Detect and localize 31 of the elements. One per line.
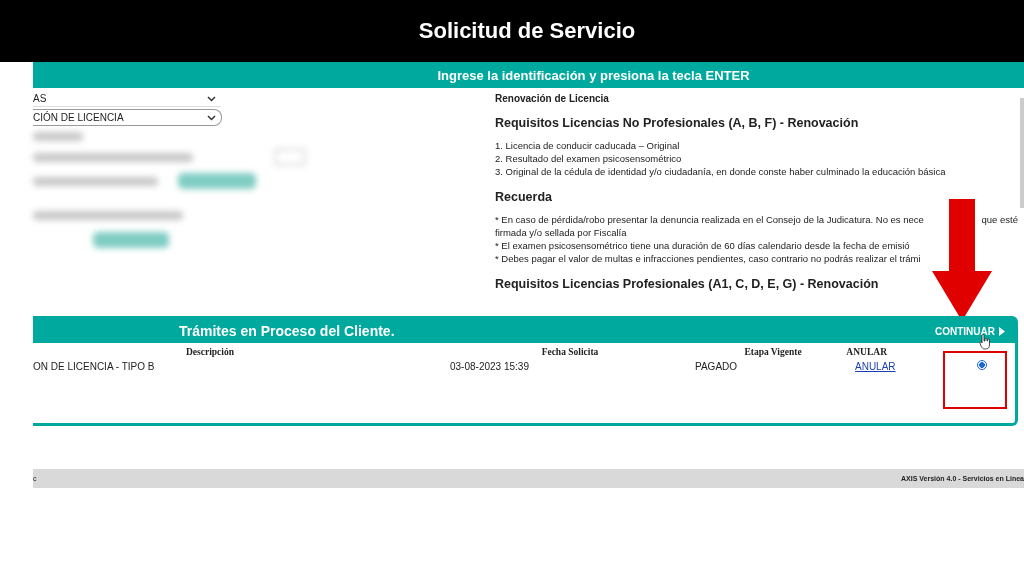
column-header: Fecha Solicita — [541, 347, 599, 357]
note-text: * Debes pagar el valor de multas e infracciones pendientes, caso contrario no podrás realizar el trámi — [495, 252, 921, 265]
select-field[interactable]: AS — [33, 91, 221, 107]
section-heading: Requisitos Licencias Profesionales (A1, C, D, E, G) - Renovación — [495, 277, 880, 291]
instruction-text: Ingrese la identificación y presiona la tecla ENTER — [437, 67, 750, 83]
note-text: * En caso de pérdida/robo presentar la denuncia realizada en el Consejo de la Judicatura. No es nece — [495, 213, 924, 226]
select-field[interactable]: CIÓN DE LICENCIA — [33, 109, 222, 126]
note-text: que esté — [981, 213, 1018, 226]
caret-icon — [999, 326, 1005, 336]
note-text: firmada y/o sellada por Fiscalía — [495, 226, 627, 239]
hand-cursor-icon — [979, 334, 991, 350]
section-heading: Requisitos Licencias No Profesionales (A, B, F) - Renovación — [495, 116, 860, 130]
note-text: * El examen psicosensométrico tiene una duración de 60 días calendario desde la fecha de emisió — [495, 239, 910, 252]
column-header: ANULAR — [846, 347, 887, 357]
requirement-item: 1. Licencia de conducir caducada – Original — [495, 139, 681, 152]
chevron-icon — [207, 114, 216, 121]
page-title: Solicitud de Servicio — [418, 18, 636, 44]
section-heading: Recuerda — [495, 190, 553, 204]
column-header: Descripción — [186, 347, 234, 357]
requirement-item: 3. Original de la cédula de identidad y/o ciudadanía, en donde conste haber culminado la educación básica — [495, 165, 947, 178]
chevron-icon — [207, 95, 216, 102]
highlight-box — [943, 351, 1007, 409]
table-cell-text: 03-08-2023 15:39 — [450, 360, 530, 372]
panel-title: Trámites en Proceso del Cliente. — [179, 323, 395, 339]
requirement-item: 2. Resultado del examen psicosensométrico — [495, 152, 683, 165]
radio-button[interactable] — [977, 360, 987, 370]
cancel-link[interactable]: ANULAR — [855, 360, 896, 372]
table-cell-text: ON DE LICENCIA - TIPO B — [33, 360, 156, 372]
section-subtitle: Renovación de Licencia — [495, 93, 610, 104]
column-header: Etapa Vigente — [744, 347, 802, 357]
table-cell-text: PAGADO — [695, 360, 739, 372]
